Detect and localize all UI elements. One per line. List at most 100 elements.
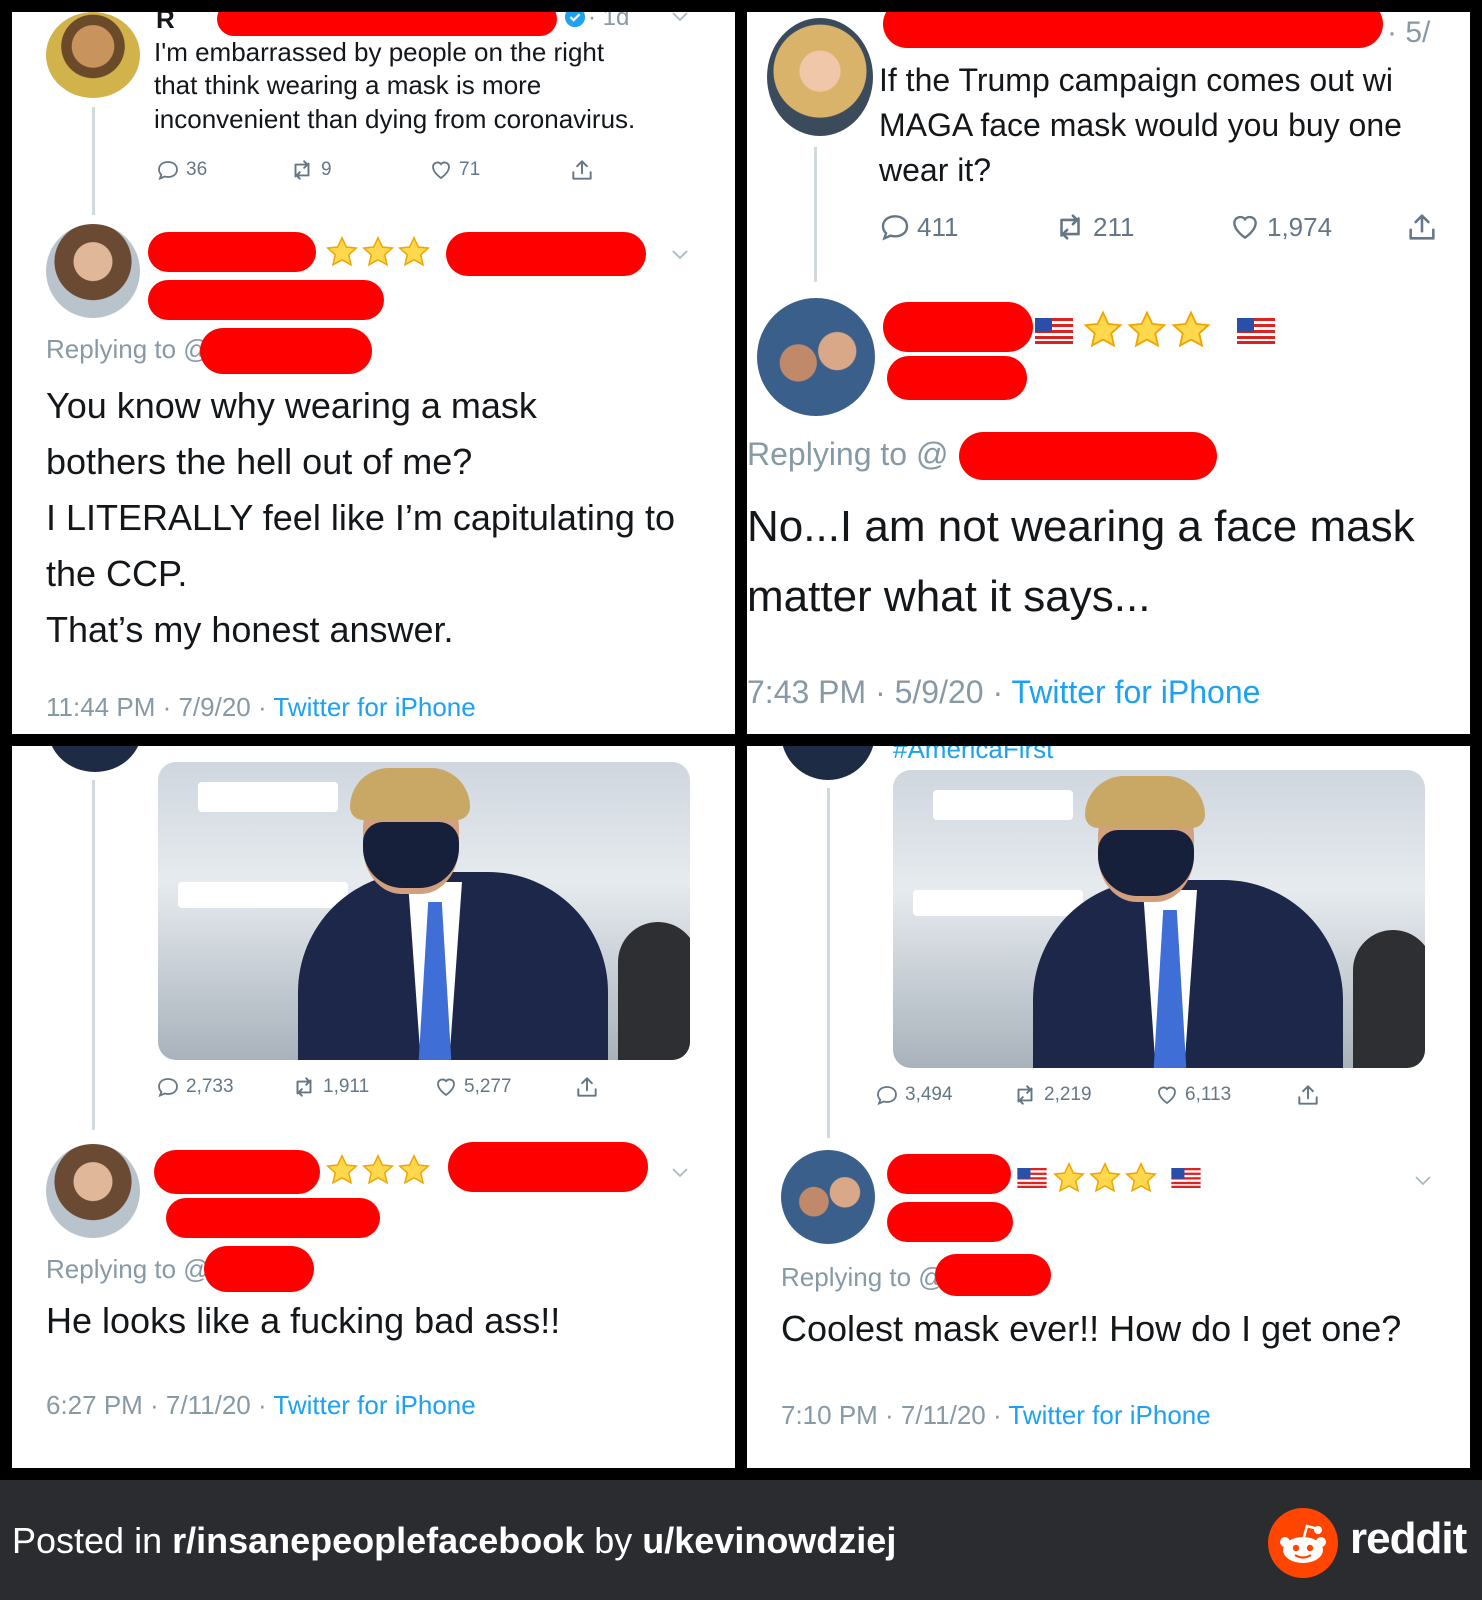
- avatar[interactable]: [767, 18, 873, 136]
- reddit-footer: Posted in r/insanepeoplefacebook by u/ke…: [0, 1480, 1482, 1600]
- retweet-button[interactable]: 9: [289, 157, 429, 183]
- like-button[interactable]: 1,974: [1229, 211, 1405, 243]
- photo-mask: [1098, 830, 1194, 896]
- reply-icon: [156, 1075, 180, 1099]
- share-button[interactable]: [569, 157, 595, 183]
- redaction: [446, 232, 646, 276]
- reddit-logo-icon: [1268, 1508, 1338, 1578]
- replying-to-label: Replying to @: [46, 1254, 210, 1284]
- redaction: [887, 356, 1027, 400]
- tweet-meta: 7:43 PM · 5/9/20 · Twitter for iPhone: [747, 674, 1260, 711]
- like-count: 6,113: [1185, 1084, 1232, 1105]
- like-icon: [429, 158, 453, 182]
- replying-to: Replying to @: [46, 334, 210, 365]
- timestamp: 6:27 PM · 7/11/20 ·: [46, 1390, 274, 1420]
- tweet-line: MAGA face mask would you buy one: [879, 107, 1402, 143]
- hashtag[interactable]: #AmericaFirst: [893, 746, 1053, 765]
- star-icon: [1169, 308, 1213, 352]
- tweet-text: I'm embarrassed by people on the right t…: [154, 36, 724, 136]
- avatar[interactable]: [46, 1144, 140, 1238]
- like-button[interactable]: 71: [429, 158, 569, 182]
- star-icon: [324, 1152, 360, 1188]
- replying-to-label: Replying to @: [747, 436, 949, 472]
- avatar[interactable]: [48, 746, 142, 772]
- chevron-down-icon[interactable]: [668, 242, 692, 266]
- replying-to: Replying to @: [747, 436, 948, 473]
- source-link[interactable]: Twitter for iPhone: [273, 1390, 475, 1420]
- share-button[interactable]: [574, 1074, 600, 1100]
- reply-button[interactable]: 3,494: [875, 1083, 1012, 1107]
- redaction: [887, 1154, 1011, 1194]
- star-icon: [1125, 308, 1169, 352]
- tweet-meta: 7:10 PM · 7/11/20 · Twitter for iPhone: [781, 1400, 1211, 1431]
- reply-line: I LITERALLY feel like I’m capitulating t…: [46, 497, 675, 538]
- avatar[interactable]: [781, 1150, 875, 1244]
- source-link[interactable]: Twitter for iPhone: [273, 692, 475, 722]
- retweet-button[interactable]: 2,219: [1012, 1082, 1155, 1108]
- timestamp: 7:10 PM · 7/11/20 ·: [781, 1400, 1009, 1430]
- share-icon: [569, 157, 595, 183]
- tweet-panel-4: #AmericaFirst 3,494 2,219 6,113 Replying…: [747, 746, 1470, 1468]
- subreddit-link[interactable]: r/insanepeoplefacebook: [172, 1520, 584, 1561]
- retweet-button[interactable]: 1,911: [291, 1074, 434, 1100]
- user-link[interactable]: u/kevinowdziej: [642, 1520, 896, 1561]
- tweet-panel-1: R · 1d I'm embarrassed by people on the …: [12, 12, 735, 734]
- like-button[interactable]: 5,277: [434, 1075, 574, 1099]
- avatar[interactable]: [781, 746, 875, 780]
- redaction: [883, 302, 1033, 352]
- like-icon: [434, 1075, 458, 1099]
- timestamp: 7:43 PM · 5/9/20 ·: [747, 674, 1012, 710]
- retweet-count: 9: [321, 159, 332, 180]
- avatar[interactable]: [757, 298, 875, 416]
- star-icon: [324, 234, 360, 270]
- share-icon: [1295, 1082, 1321, 1108]
- photo-light: [933, 790, 1073, 820]
- author-name[interactable]: R: [156, 12, 175, 35]
- reply-text: No...I am not wearing a face mask matter…: [747, 492, 1415, 632]
- reply-line: matter what it says...: [747, 572, 1151, 621]
- redaction: [448, 1142, 648, 1192]
- name-stars: [1051, 1160, 1159, 1201]
- tweet-photo[interactable]: [893, 770, 1425, 1068]
- photo-hair: [350, 768, 470, 820]
- attribution-middle: by: [584, 1520, 643, 1561]
- photo-light: [913, 890, 1083, 916]
- retweet-icon: [291, 1074, 317, 1100]
- reply-icon: [875, 1083, 899, 1107]
- name-stars: [1081, 308, 1213, 357]
- retweet-icon: [289, 157, 315, 183]
- chevron-down-icon[interactable]: [668, 12, 692, 28]
- replying-to-label: Replying to @: [781, 1262, 945, 1292]
- chevron-down-icon[interactable]: [668, 1160, 692, 1184]
- tweet-meta: 11:44 PM · 7/9/20 · Twitter for iPhone: [46, 692, 476, 723]
- avatar[interactable]: [46, 12, 140, 98]
- reply-count: 411: [917, 211, 959, 242]
- share-button[interactable]: [1295, 1082, 1321, 1108]
- like-button[interactable]: 6,113: [1155, 1083, 1295, 1107]
- reddit-wordmark: reddit: [1350, 1514, 1467, 1563]
- avatar[interactable]: [46, 224, 140, 318]
- reply-button[interactable]: 36: [156, 158, 289, 182]
- retweet-icon: [1053, 210, 1087, 244]
- reply-line: the CCP.: [46, 553, 188, 594]
- replying-to: Replying to @: [46, 1254, 210, 1285]
- reply-button[interactable]: 411: [879, 211, 1053, 243]
- tweet-line: If the Trump campaign comes out wi: [879, 62, 1393, 98]
- reply-line: That’s my honest answer.: [46, 609, 454, 650]
- name-stars: [324, 1152, 432, 1193]
- tweet-photo[interactable]: [158, 762, 690, 1060]
- reply-icon: [879, 211, 911, 243]
- like-icon: [1155, 1083, 1179, 1107]
- retweet-button[interactable]: 211: [1053, 210, 1229, 244]
- reply-text: He looks like a fucking bad ass!!: [46, 1300, 560, 1342]
- reply-button[interactable]: 2,733: [156, 1075, 291, 1099]
- name-stars: [324, 234, 432, 275]
- reply-count: 36: [186, 159, 208, 180]
- redaction: [166, 1198, 380, 1238]
- verified-icon: [564, 12, 586, 28]
- share-button[interactable]: [1405, 210, 1439, 244]
- chevron-down-icon[interactable]: [1411, 1168, 1435, 1192]
- source-link[interactable]: Twitter for iPhone: [1008, 1400, 1210, 1430]
- timestamp: 11:44 PM · 7/9/20 ·: [46, 692, 274, 722]
- source-link[interactable]: Twitter for iPhone: [1011, 674, 1260, 710]
